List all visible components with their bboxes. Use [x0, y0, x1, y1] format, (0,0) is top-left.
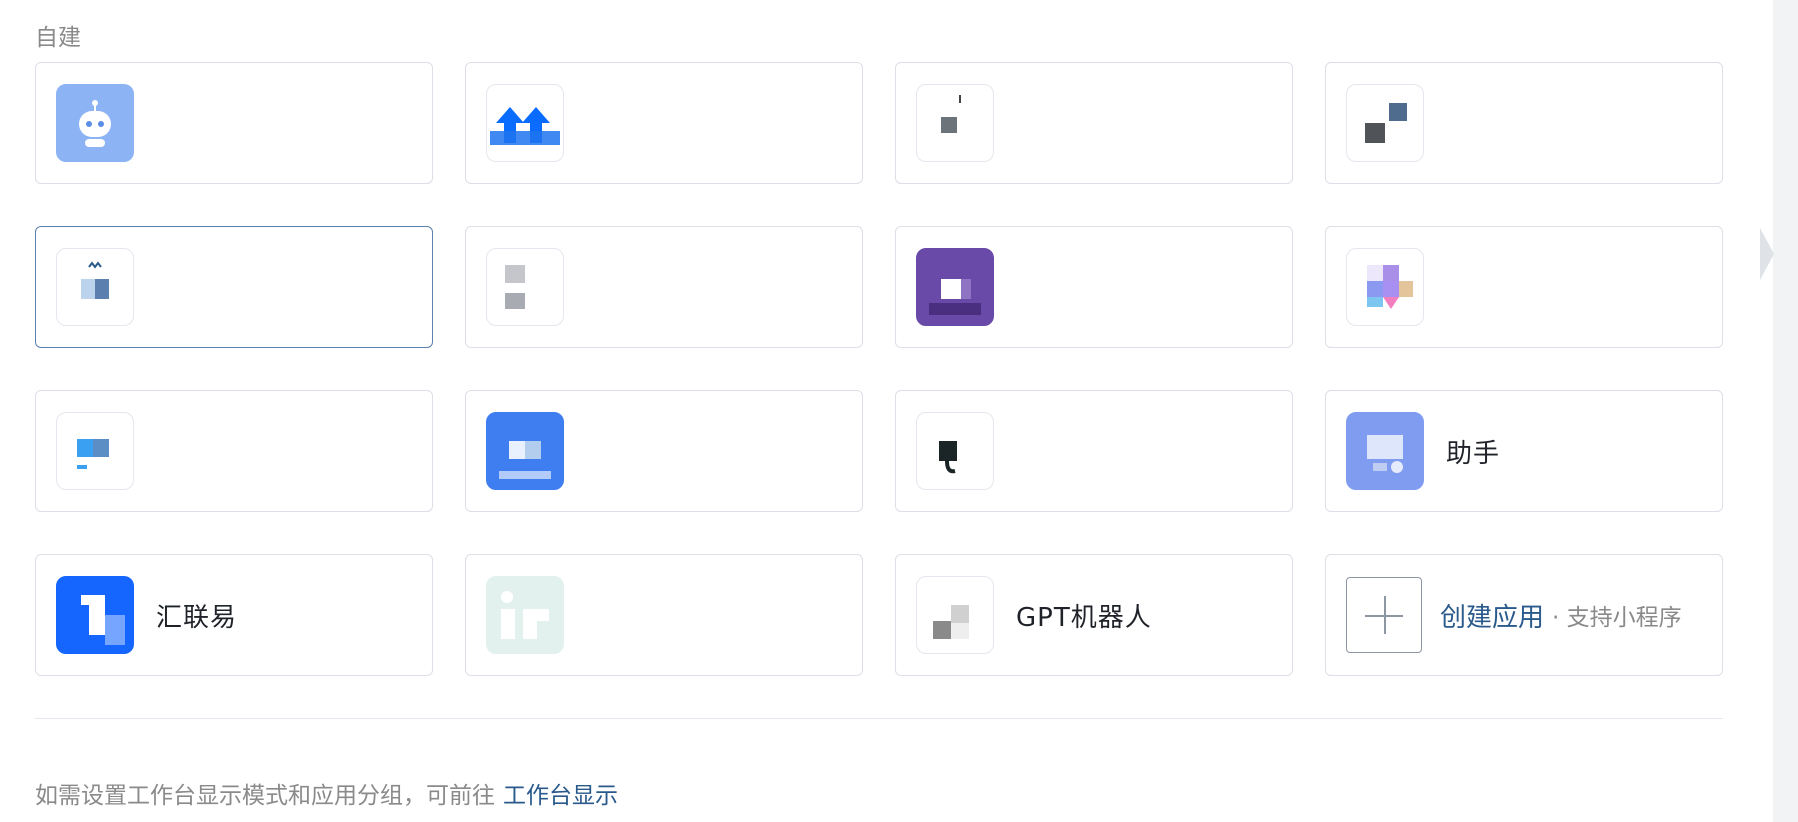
section-title: 自建	[35, 25, 81, 51]
app-icon	[916, 412, 994, 490]
app-grid: 助手 汇联易 GPT机器人 创建应用 · 支持小程序	[35, 62, 1723, 676]
app-name: 汇联易	[156, 602, 238, 633]
app-card[interactable]: 助手	[1325, 390, 1723, 512]
puzzle-icon	[1346, 248, 1424, 326]
footer-hint: 如需设置工作台显示模式和应用分组，可前往 工作台显示	[35, 776, 618, 810]
app-card[interactable]	[465, 62, 863, 184]
robot-icon	[56, 84, 134, 162]
divider	[35, 718, 1723, 719]
app-card[interactable]	[1325, 62, 1723, 184]
mountain-icon	[56, 248, 134, 326]
workbench-display-link[interactable]: 工作台显示	[503, 783, 618, 809]
app-card[interactable]	[895, 226, 1293, 348]
assistant-icon	[1346, 412, 1424, 490]
arrows-up-icon	[486, 84, 564, 162]
app-icon	[486, 248, 564, 326]
app-card[interactable]	[35, 62, 433, 184]
app-name: 助手	[1446, 438, 1501, 469]
app-card[interactable]: GPT机器人	[895, 554, 1293, 676]
app-card[interactable]	[895, 390, 1293, 512]
app-card[interactable]: 汇联易	[35, 554, 433, 676]
app-card[interactable]	[1325, 226, 1723, 348]
scrollbar[interactable]	[1773, 0, 1798, 822]
app-card[interactable]	[465, 226, 863, 348]
app-card[interactable]	[35, 226, 433, 348]
create-app-card[interactable]: 创建应用 · 支持小程序	[1325, 554, 1723, 676]
app-card[interactable]	[465, 554, 863, 676]
chat-icon	[56, 412, 134, 490]
app-icon	[916, 576, 994, 654]
app-icon	[916, 248, 994, 326]
create-app-sub: · 支持小程序	[1552, 605, 1682, 631]
app-card[interactable]	[465, 390, 863, 512]
scroll-handle-icon[interactable]	[1760, 228, 1774, 280]
app-card[interactable]	[35, 390, 433, 512]
footer-text: 如需设置工作台显示模式和应用分组，可前往	[35, 783, 495, 809]
app-icon	[486, 576, 564, 654]
app-icon	[1346, 84, 1424, 162]
app-card[interactable]	[895, 62, 1293, 184]
app-name: GPT机器人	[1016, 602, 1152, 633]
logo-icon	[56, 576, 134, 654]
create-app-label: 创建应用	[1440, 602, 1545, 633]
chat-icon	[486, 412, 564, 490]
plus-icon	[1346, 577, 1422, 653]
app-icon	[916, 84, 994, 162]
